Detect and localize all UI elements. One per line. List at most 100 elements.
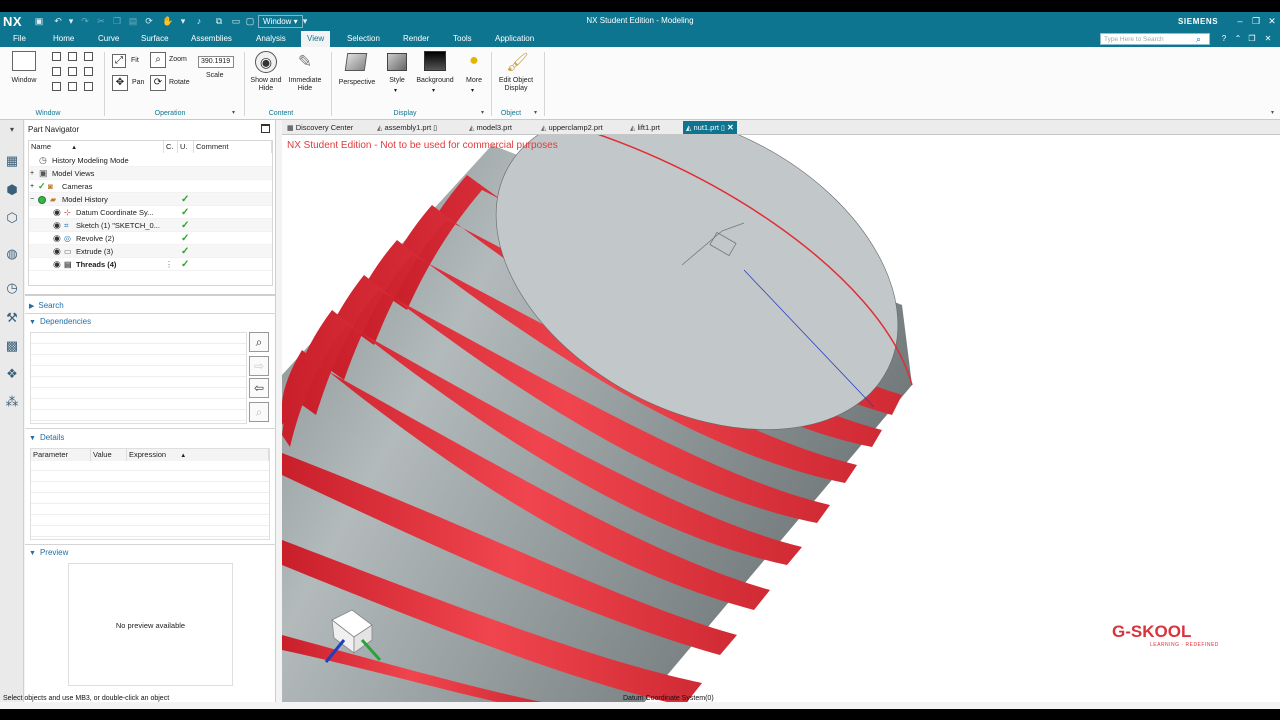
section-dependencies[interactable]: ▼ Dependencies (29, 317, 91, 326)
visibility-eye-icon[interactable]: ◉ (53, 245, 61, 258)
column-header-c[interactable]: C. (164, 141, 178, 153)
menu-application[interactable]: Application (495, 34, 534, 43)
expand-icon[interactable]: + (30, 180, 34, 193)
section-details[interactable]: ▼ Details (29, 433, 64, 442)
maximize-panel-icon[interactable] (261, 124, 270, 133)
details-column-expression[interactable]: Expression ▲ (127, 449, 269, 461)
section-search[interactable]: ▶ Search (29, 301, 64, 310)
show-and-hide-button[interactable]: ◉ Show and Hide (248, 51, 284, 107)
rotate-icon: ⟳ (150, 75, 166, 91)
menu-analysis[interactable]: Analysis (256, 34, 286, 43)
tree-row-extrude[interactable]: ◉ ▭ Extrude (3) ✓ (29, 245, 272, 258)
window-button[interactable]: Window (6, 51, 42, 97)
tree-row-cameras[interactable]: + ✓ ◙ Cameras (29, 180, 272, 193)
close-part-icon[interactable]: ✕ (1263, 34, 1273, 44)
search-icon[interactable]: ⌕ (1196, 34, 1206, 44)
layout-4-icon[interactable] (52, 67, 61, 76)
visibility-eye-icon[interactable]: ◉ (53, 258, 61, 271)
display-group-expand-icon[interactable]: ▾ (481, 109, 484, 116)
system-materials-icon[interactable]: ⁂ (4, 394, 20, 410)
style-dropdown-icon: ▾ (394, 88, 398, 94)
object-group-expand-icon[interactable]: ▾ (534, 109, 537, 116)
rotate-label: Rotate (169, 79, 190, 86)
menu-view[interactable]: View (301, 31, 331, 47)
collapse-icon[interactable]: − (30, 193, 34, 206)
menu-home[interactable]: Home (53, 34, 74, 43)
menu-render[interactable]: Render (403, 34, 429, 43)
tab-model3[interactable]: ◭ model3.prt (466, 121, 515, 134)
details-column-parameter[interactable]: Parameter (31, 449, 91, 461)
layout-9-icon[interactable] (84, 82, 93, 91)
restore-part-window-icon[interactable]: ❐ (1247, 34, 1257, 44)
tree-row-sketch[interactable]: ◉ ⌗ Sketch (1) "SKETCH_0... ✓ (29, 219, 272, 232)
layout-7-icon[interactable] (52, 82, 61, 91)
dependency-search-icon[interactable]: ⌕ (249, 332, 269, 352)
menu-assemblies[interactable]: Assemblies (191, 34, 232, 43)
part-navigator-icon[interactable]: ▦ (4, 153, 20, 169)
tree-row-history-mode[interactable]: ◷ History Modeling Mode (29, 154, 272, 167)
roles-icon[interactable]: ❖ (4, 366, 20, 382)
menu-surface[interactable]: Surface (141, 34, 169, 43)
immediate-hide-button[interactable]: ✎ Immediate Hide (286, 51, 324, 107)
dependency-back-icon[interactable]: ⇦ (249, 378, 269, 398)
tab-nut1[interactable]: ◭ nut1.prt ▯ ✕ (683, 121, 737, 134)
graphics-window[interactable]: NX Student Edition - Not to be used for … (282, 135, 1280, 702)
layout-5-icon[interactable] (68, 67, 77, 76)
checkmark-icon[interactable]: ✓ (38, 180, 46, 193)
column-header-name[interactable]: Name ▲ (29, 141, 164, 153)
close-tab-icon[interactable]: ✕ (727, 123, 734, 132)
layout-1-icon[interactable] (52, 52, 61, 61)
perspective-button[interactable]: Perspective (336, 51, 378, 107)
menu-tools[interactable]: Tools (453, 34, 472, 43)
layout-2-icon[interactable] (68, 52, 77, 61)
section-preview[interactable]: ▼ Preview (29, 548, 68, 557)
web-browser-icon[interactable]: ◍ (4, 246, 20, 262)
constraint-navigator-icon[interactable]: ⬡ (4, 210, 20, 226)
sort-ascending-icon: ▲ (71, 145, 78, 151)
command-search-input[interactable]: Type Here to Search (1100, 33, 1210, 45)
assembly-navigator-icon[interactable]: ⬢ (4, 182, 20, 198)
tree-row-model-views[interactable]: + ▣ Model Views (29, 167, 272, 180)
menu-file[interactable]: File (13, 34, 26, 43)
visibility-eye-icon[interactable]: ◉ (53, 219, 61, 232)
style-button[interactable]: Style ▾ (382, 51, 412, 107)
collapse-ribbon-icon[interactable]: ⌃ (1233, 34, 1243, 44)
operation-group-expand-icon[interactable]: ▾ (232, 109, 235, 116)
layout-8-icon[interactable] (68, 82, 77, 91)
section-search-label: Search (38, 301, 64, 310)
visibility-eye-icon[interactable]: ◉ (53, 206, 61, 219)
expand-icon[interactable]: + (30, 167, 34, 180)
hd3d-tools-icon[interactable]: ▩ (4, 338, 20, 354)
column-header-u[interactable]: U. (178, 141, 194, 153)
panel-splitter[interactable] (25, 294, 276, 296)
column-header-comment[interactable]: Comment (194, 141, 272, 153)
layout-6-icon[interactable] (84, 67, 93, 76)
tab-upperclamp2[interactable]: ◭ upperclamp2.prt (538, 121, 606, 134)
minimize-button[interactable]: – (1234, 15, 1246, 27)
tab-discovery-center[interactable]: ▦ Discovery Center (284, 121, 356, 134)
menu-curve[interactable]: Curve (98, 34, 119, 43)
details-column-value[interactable]: Value (91, 449, 127, 461)
help-icon[interactable]: ? (1219, 34, 1229, 44)
scale-input[interactable]: 390.1919 (198, 56, 234, 68)
tree-row-revolve[interactable]: ◉ ◎ Revolve (2) ✓ (29, 232, 272, 245)
dependency-zoom-icon[interactable]: ⌕ (249, 402, 269, 422)
dependency-forward-icon[interactable]: ⇨ (249, 356, 269, 376)
tab-assembly1[interactable]: ◭ assembly1.prt ▯ (374, 121, 440, 134)
tree-row-datum-csys[interactable]: ◉ ⊹ Datum Coordinate Sy... ✓ (29, 206, 272, 219)
background-button[interactable]: Background ▾ (414, 51, 456, 107)
visibility-eye-icon[interactable]: ◉ (53, 232, 61, 245)
reuse-library-icon[interactable]: ⚒ (4, 310, 20, 326)
restore-button[interactable]: ❐ (1250, 15, 1262, 27)
tab-lift1[interactable]: ◭ lift1.prt (627, 121, 663, 134)
close-button[interactable]: ✕ (1266, 15, 1278, 27)
tree-row-model-history[interactable]: − ▰ Model History ✓ (29, 193, 272, 206)
tree-row-threads[interactable]: ◉ ▤ Threads (4) ⋮ ✓ (29, 258, 272, 271)
edit-object-display-button[interactable]: 🖌 Edit Object Display (494, 51, 538, 107)
resource-bar-options-icon[interactable]: ▾ (4, 122, 20, 138)
more-button[interactable]: ● More ▾ (460, 51, 488, 107)
history-icon[interactable]: ◷ (4, 280, 20, 296)
layout-3-icon[interactable] (84, 52, 93, 61)
menu-selection[interactable]: Selection (347, 34, 380, 43)
ribbon-options-icon[interactable]: ▾ (1271, 109, 1274, 116)
